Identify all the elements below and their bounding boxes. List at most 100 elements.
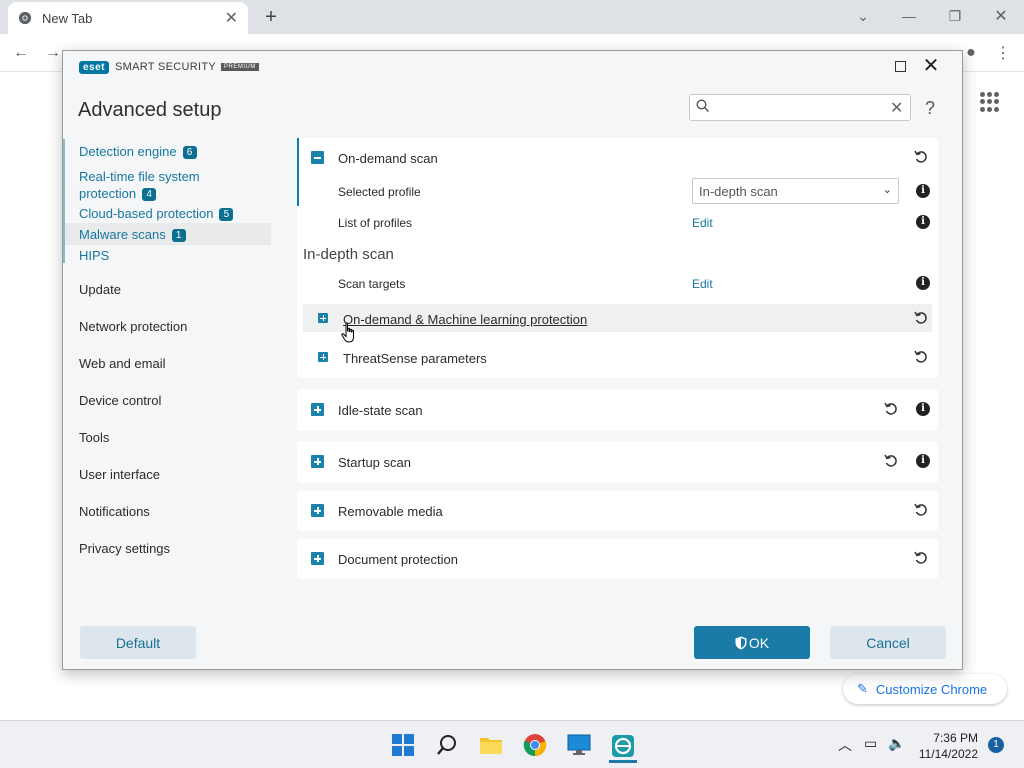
shield-icon (735, 636, 747, 649)
sidebar-item-label: Malware scans (79, 227, 166, 242)
page-title: Advanced setup (78, 99, 222, 121)
count-badge: 1 (171, 229, 186, 242)
apps-grid-icon[interactable] (980, 92, 1000, 112)
tab-close-icon[interactable]: ✕ (225, 8, 238, 28)
search-icon[interactable] (433, 731, 461, 759)
ml-protection-label[interactable]: On-demand & Machine learning protection (343, 312, 587, 327)
chrome-icon (18, 11, 32, 25)
chrome-icon[interactable] (521, 731, 549, 759)
sidebar-item-network-protection[interactable]: Network protection (79, 319, 187, 334)
info-icon[interactable]: i (916, 402, 930, 416)
section-accent (297, 138, 299, 206)
sidebar-item-update[interactable]: Update (79, 282, 121, 297)
section-title[interactable]: On-demand scan (338, 151, 438, 166)
sidebar-item-notifications[interactable]: Notifications (79, 504, 150, 519)
chevron-up-icon[interactable]: ︿ (838, 735, 852, 755)
revert-icon[interactable] (913, 149, 929, 165)
maximize-icon[interactable] (891, 57, 909, 75)
revert-icon[interactable] (913, 502, 929, 518)
sidebar-item-detection-engine[interactable]: Detection engine 6 (79, 144, 197, 159)
back-icon[interactable]: ← (10, 42, 32, 64)
default-button[interactable]: Default (80, 626, 196, 659)
menu-icon[interactable]: ⋮ (992, 42, 1014, 64)
expand-icon[interactable] (311, 552, 324, 565)
volume-icon[interactable]: 🔈 (888, 735, 905, 752)
sidebar-item-web-email[interactable]: Web and email (79, 356, 165, 371)
removable-media-section[interactable]: Removable media (297, 491, 938, 531)
info-icon[interactable]: i (916, 215, 930, 229)
sidebar-item-label: Real-time file system (79, 169, 200, 184)
sidebar-item-device-control[interactable]: Device control (79, 393, 161, 408)
dialog-titlebar: eset SMART SECURITY PREMIUM (63, 51, 962, 83)
on-demand-scan-section: On-demand scan Selected profile In-depth… (297, 138, 938, 378)
tab-search-icon[interactable]: ⌄ (850, 4, 876, 28)
new-tab-button[interactable]: + (258, 4, 284, 30)
search-box[interactable]: ✕ (689, 94, 911, 121)
expand-icon[interactable] (311, 455, 324, 468)
edit-profiles-link[interactable]: Edit (692, 216, 713, 230)
browser-tab[interactable]: New Tab ✕ (8, 2, 248, 34)
profile-subheading: In-depth scan (303, 246, 394, 263)
sidebar-item-user-interface[interactable]: User interface (79, 467, 160, 482)
advanced-setup-dialog: eset SMART SECURITY PREMIUM ✕ Advanced s… (62, 50, 963, 670)
eset-app-icon[interactable] (609, 731, 637, 763)
profile-select[interactable]: In-depth scan ⌄ (692, 178, 899, 204)
dialog-close-icon[interactable]: ✕ (921, 56, 941, 76)
help-icon[interactable]: ? (925, 98, 935, 119)
clock-time: 7:36 PM (933, 731, 978, 745)
windows-start-icon[interactable] (389, 731, 417, 759)
expand-icon[interactable] (311, 403, 324, 416)
list-of-profiles-label: List of profiles (338, 216, 413, 230)
sidebar-item-realtime-protection[interactable]: Real-time file system protection 4 (79, 168, 200, 202)
cancel-button[interactable]: Cancel (830, 626, 946, 659)
section-title[interactable]: Idle-state scan (338, 403, 423, 418)
revert-icon[interactable] (883, 453, 899, 469)
revert-icon[interactable] (913, 349, 929, 365)
revert-icon[interactable] (883, 401, 899, 417)
clear-search-icon[interactable]: ✕ (890, 98, 903, 118)
sidebar-item-privacy-settings[interactable]: Privacy settings (79, 541, 170, 556)
threatsense-label[interactable]: ThreatSense parameters (343, 351, 487, 366)
idle-state-scan-section[interactable]: Idle-state scan i (297, 389, 938, 431)
profile-icon[interactable]: ● (960, 42, 982, 64)
search-icon (696, 99, 710, 113)
expand-icon[interactable] (311, 504, 324, 517)
section-title[interactable]: Startup scan (338, 455, 411, 470)
document-protection-section[interactable]: Document protection (297, 539, 938, 579)
sidebar-item-label: HIPS (79, 248, 110, 263)
section-title[interactable]: Removable media (338, 504, 443, 519)
hand-cursor-icon (341, 322, 354, 343)
section-title[interactable]: Document protection (338, 552, 458, 567)
count-badge: 5 (219, 208, 234, 221)
window-close-icon[interactable]: ✕ (988, 4, 1014, 28)
collapse-icon[interactable] (311, 151, 324, 164)
expand-icon[interactable] (318, 313, 328, 323)
revert-icon[interactable] (913, 310, 929, 326)
customize-chrome-label: Customize Chrome (875, 681, 988, 697)
forward-icon[interactable]: → (42, 42, 64, 64)
search-input[interactable] (716, 98, 880, 118)
notification-badge[interactable]: 1 (988, 737, 1004, 753)
product-edition: PREMIUM (221, 63, 259, 71)
ok-button[interactable]: OK (694, 626, 810, 659)
restore-icon[interactable]: ❐ (942, 4, 968, 28)
revert-icon[interactable] (913, 550, 929, 566)
startup-scan-section[interactable]: Startup scan i (297, 441, 938, 483)
info-icon[interactable]: i (916, 276, 930, 290)
file-explorer-icon[interactable] (477, 731, 505, 759)
sidebar-item-tools[interactable]: Tools (79, 430, 109, 445)
sidebar-item-cloud-protection[interactable]: Cloud-based protection 5 (79, 206, 234, 221)
info-icon[interactable]: i (916, 454, 930, 468)
info-icon[interactable]: i (916, 184, 930, 198)
edit-scan-targets-link[interactable]: Edit (692, 277, 713, 291)
network-icon[interactable]: ▭ (864, 735, 877, 752)
system-clock[interactable]: 7:36 PM 11/14/2022 (918, 730, 978, 762)
sidebar-item-hips[interactable]: HIPS (79, 248, 109, 263)
monitor-icon[interactable] (565, 731, 593, 759)
sidebar-item-malware-scans[interactable]: Malware scans 1 (79, 227, 186, 242)
ok-label: OK (748, 634, 770, 651)
selected-profile-label: Selected profile (338, 185, 421, 199)
minimize-icon[interactable]: — (896, 4, 922, 28)
expand-icon[interactable] (318, 352, 328, 362)
customize-chrome-button[interactable]: ✎ Customize Chrome (843, 674, 1007, 704)
